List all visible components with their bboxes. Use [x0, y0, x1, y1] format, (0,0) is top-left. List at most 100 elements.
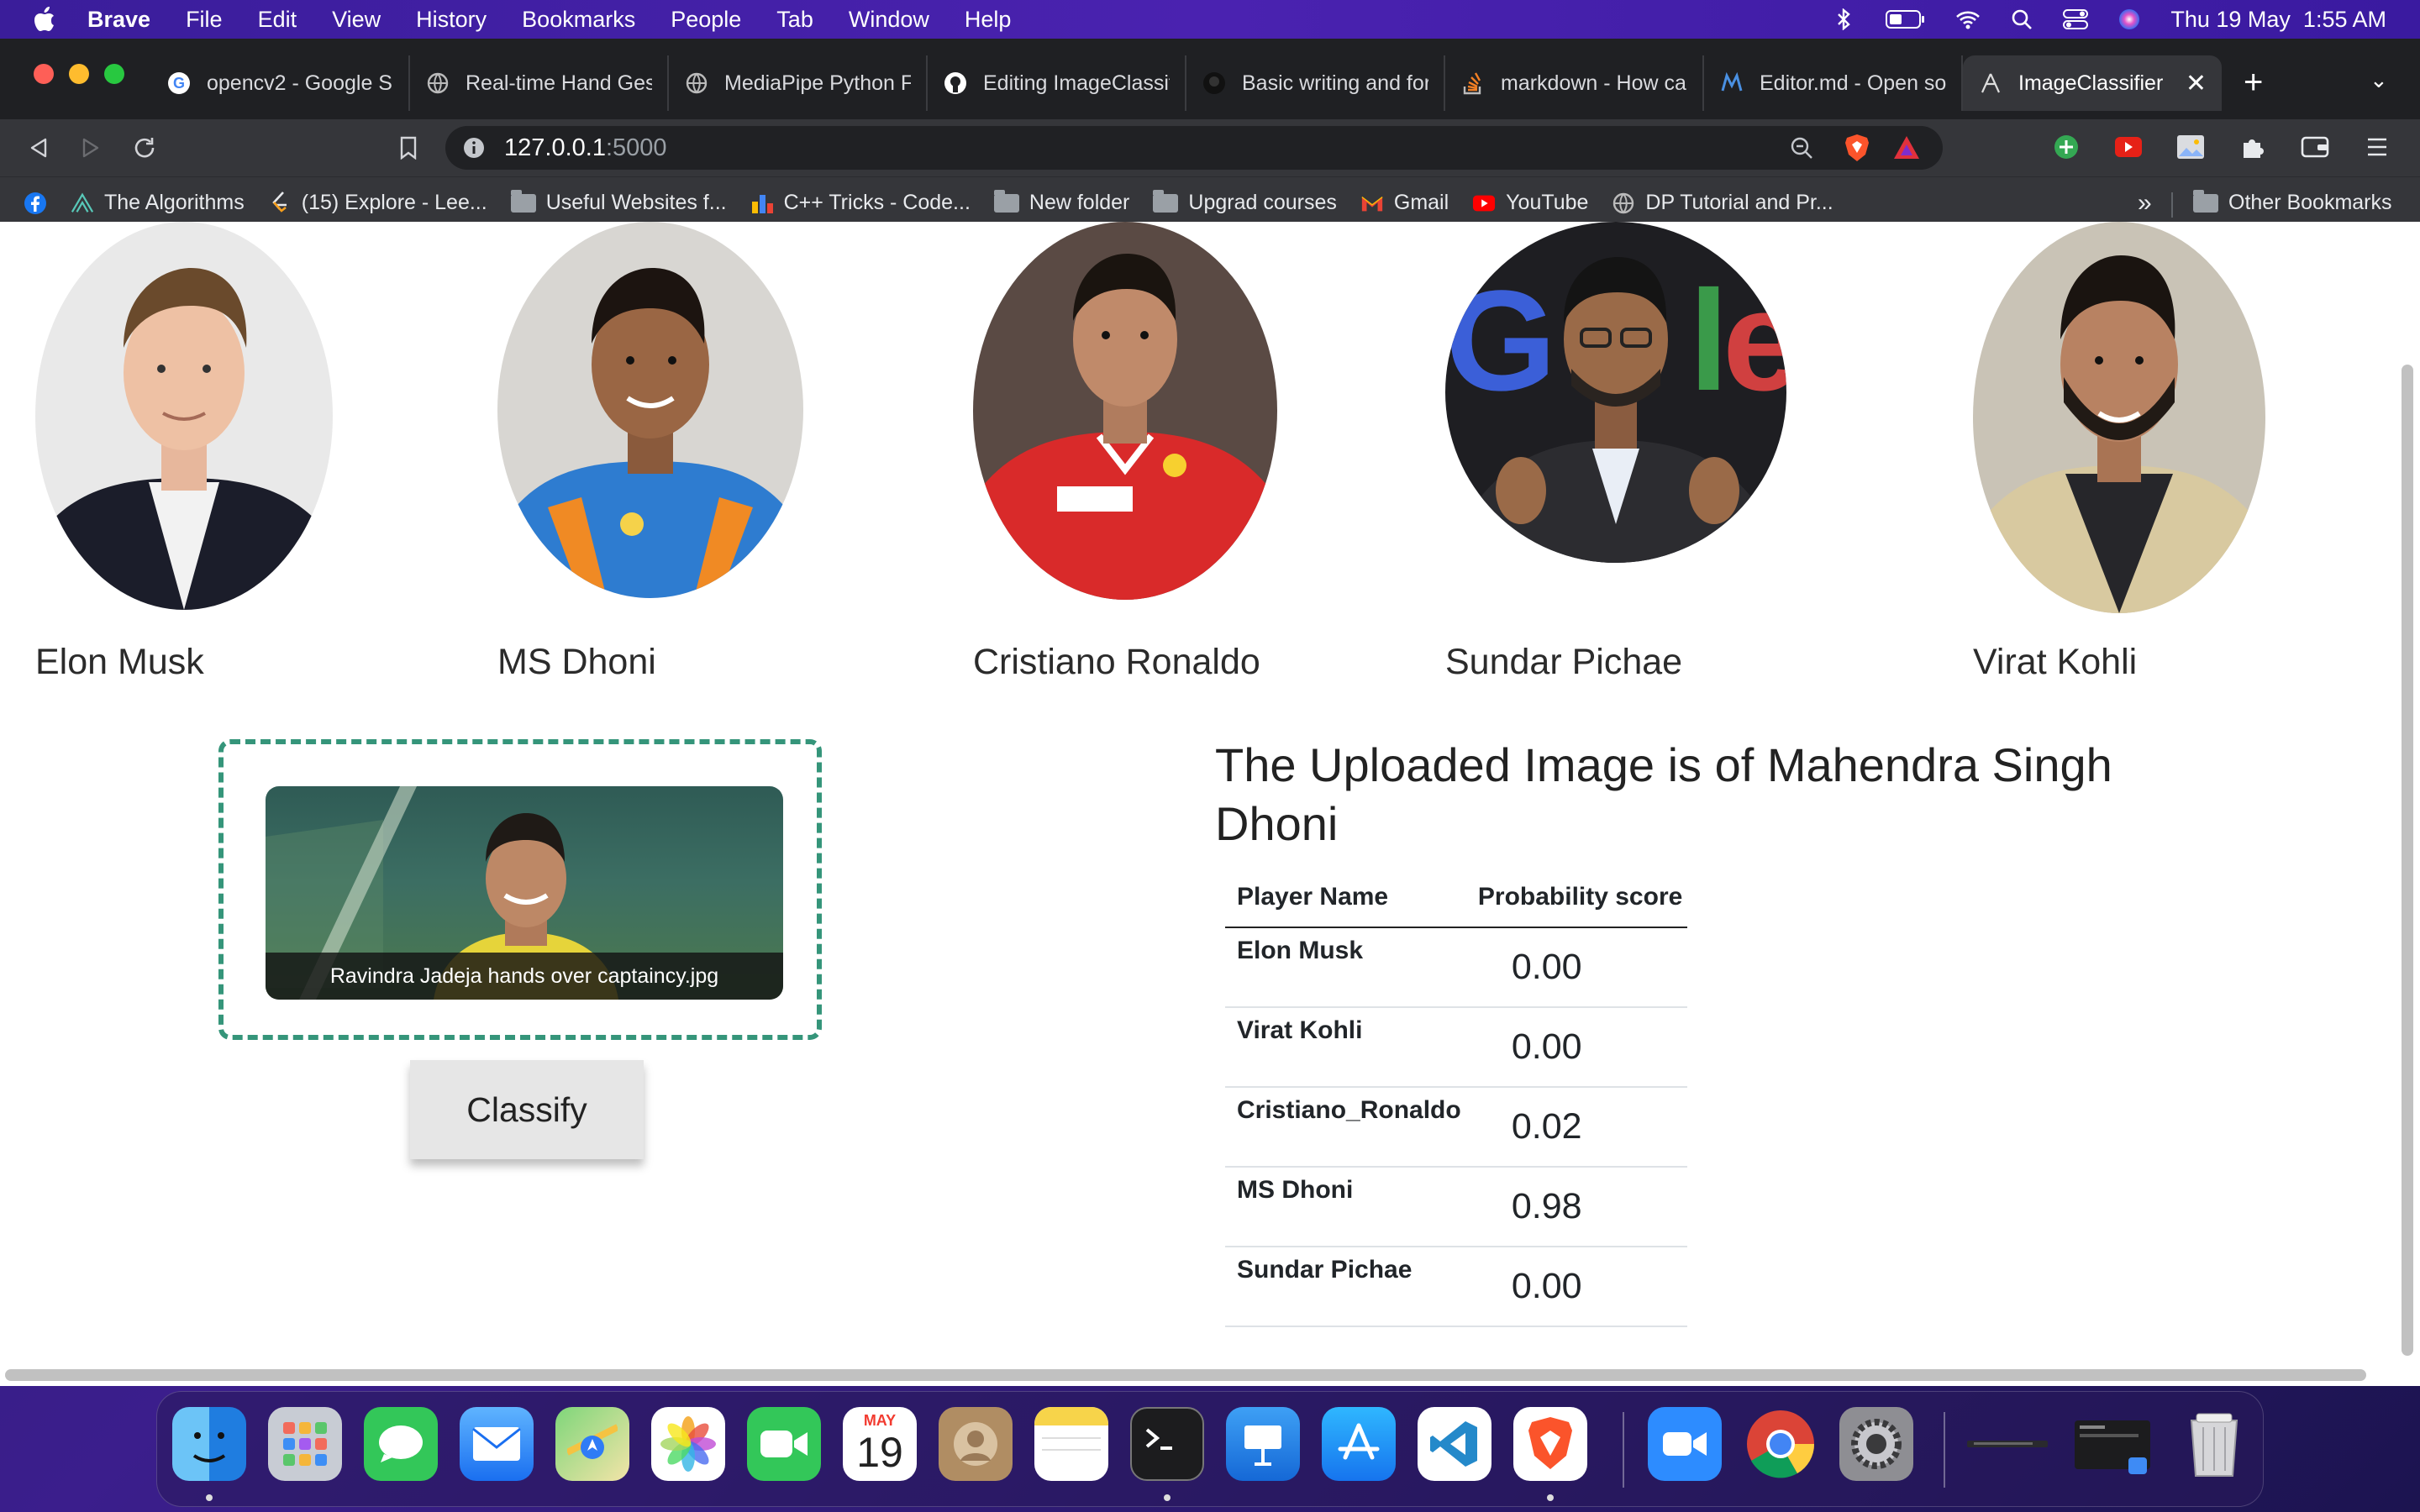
- tab-editing-imageclassifier[interactable]: Editing ImageClassifi: [928, 55, 1186, 111]
- table-row: Elon Musk 0.00: [1225, 927, 1687, 1008]
- image-dropzone[interactable]: Ravindra Jadeja hands over captaincy.jpg: [218, 739, 822, 1040]
- player-name-cell: Virat Kohli: [1225, 1007, 1466, 1088]
- tab-title: ImageClassifier: [2018, 71, 2164, 95]
- probability-cell: 0.00: [1465, 1007, 1687, 1088]
- folder-icon: [1153, 189, 1179, 213]
- google-icon: G: [166, 71, 192, 96]
- forward-button[interactable]: [76, 133, 106, 163]
- zoom-icon[interactable]: [1790, 136, 1813, 166]
- result-heading: The Uploaded Image is of Mahendra Singh …: [1215, 738, 2112, 850]
- menu-people[interactable]: People: [671, 7, 741, 33]
- launchpad-icon[interactable]: [268, 1407, 342, 1481]
- menu-help[interactable]: Help: [965, 7, 1012, 33]
- extensions-puzzle-icon[interactable]: [2235, 129, 2270, 165]
- battery-icon[interactable]: [1885, 8, 1927, 30]
- bookmark-gmail[interactable]: Gmail: [1360, 191, 1449, 215]
- menu-file[interactable]: File: [186, 7, 223, 33]
- bookmarks-overflow-button[interactable]: »: [2138, 189, 2152, 218]
- bluetooth-icon[interactable]: [1831, 8, 1856, 30]
- brave-rewards-icon[interactable]: [1892, 134, 1921, 168]
- tab-opencv2-google[interactable]: G opencv2 - Google Se: [151, 55, 410, 111]
- tab-imageclassifier[interactable]: ImageClassifier ✕: [1963, 55, 2222, 111]
- spotlight-search-icon[interactable]: [2009, 8, 2034, 30]
- messages-icon[interactable]: [364, 1407, 438, 1481]
- menu-window[interactable]: Window: [849, 7, 929, 33]
- settings-icon[interactable]: [1839, 1407, 1913, 1481]
- contacts-icon[interactable]: [939, 1407, 1013, 1481]
- extension-plus-icon[interactable]: [2049, 129, 2084, 165]
- celebrity-photo: [1973, 222, 2265, 613]
- menu-edit[interactable]: Edit: [258, 7, 297, 33]
- mail-icon[interactable]: [460, 1407, 534, 1481]
- brave-icon[interactable]: [1513, 1407, 1587, 1481]
- back-button[interactable]: [24, 133, 54, 163]
- image-extension-icon[interactable]: [2173, 129, 2208, 165]
- trash-icon[interactable]: [2177, 1407, 2251, 1481]
- tab-hand-gesture[interactable]: Real-time Hand Gest: [410, 55, 669, 111]
- apple-icon[interactable]: [34, 6, 57, 33]
- address-bar[interactable]: 127.0.0.1:5000: [445, 126, 1943, 170]
- hamburger-menu-icon[interactable]: [2360, 129, 2395, 165]
- zoom-window-button[interactable]: [104, 64, 124, 84]
- minimized-window-icon[interactable]: [2071, 1407, 2159, 1481]
- close-window-button[interactable]: [34, 64, 54, 84]
- celebrity-name: Cristiano Ronaldo: [973, 642, 1260, 682]
- calendar-icon[interactable]: MAY 19: [843, 1407, 917, 1481]
- bookmark-facebook[interactable]: [24, 192, 47, 215]
- classify-button[interactable]: Classify: [410, 1060, 644, 1159]
- minimized-window-icon[interactable]: [1964, 1407, 2051, 1481]
- menu-bookmarks[interactable]: Bookmarks: [522, 7, 635, 33]
- youtube-extension-icon[interactable]: [2111, 129, 2146, 165]
- tab-editor-md[interactable]: Editor.md - Open so: [1704, 55, 1963, 111]
- reload-button[interactable]: [129, 133, 160, 163]
- siri-icon[interactable]: [2117, 8, 2142, 30]
- bookmark-folder-new-folder[interactable]: New folder: [993, 189, 1129, 215]
- menubar-clock[interactable]: Thu 19 May 1:55 AM: [2170, 7, 2386, 33]
- menu-view[interactable]: View: [332, 7, 381, 33]
- notes-icon[interactable]: [1034, 1407, 1108, 1481]
- wifi-icon[interactable]: [1955, 8, 1981, 30]
- menu-tab[interactable]: Tab: [776, 7, 813, 33]
- window-controls: [34, 64, 124, 84]
- close-tab-icon[interactable]: ✕: [2186, 69, 2207, 98]
- bookmark-folder-upgrad[interactable]: Upgrad courses: [1153, 189, 1337, 215]
- terminal-icon[interactable]: [1130, 1407, 1204, 1481]
- bookmark-the-algorithms[interactable]: The Algorithms: [71, 191, 245, 215]
- bookmark-codeforces[interactable]: C++ Tricks - Code...: [750, 191, 971, 215]
- control-center-icon[interactable]: [2063, 8, 2089, 30]
- horizontal-scrollbar[interactable]: [5, 1369, 2366, 1381]
- bookmark-dp-tutorial[interactable]: DP Tutorial and Pr...: [1612, 191, 1833, 215]
- menu-app-brave[interactable]: Brave: [87, 7, 150, 33]
- site-info-icon[interactable]: [462, 136, 486, 160]
- bookmark-icon[interactable]: [393, 133, 424, 163]
- photos-icon[interactable]: [651, 1407, 725, 1481]
- brave-shields-icon[interactable]: [1844, 133, 1870, 170]
- appstore-icon[interactable]: [1322, 1407, 1396, 1481]
- minimize-window-button[interactable]: [69, 64, 89, 84]
- finder-icon[interactable]: [172, 1407, 246, 1481]
- column-header-player-name: Player Name: [1225, 867, 1466, 928]
- menu-history[interactable]: History: [416, 7, 487, 33]
- vscode-icon[interactable]: [1418, 1407, 1491, 1481]
- wallet-icon[interactable]: [2297, 129, 2333, 165]
- keynote-icon[interactable]: [1226, 1407, 1300, 1481]
- vertical-scrollbar[interactable]: [2402, 365, 2413, 1356]
- tab-mediapipe[interactable]: MediaPipe Python Fr: [669, 55, 928, 111]
- bookmarks-bar: The Algorithms (15) Explore - Lee... Use…: [0, 176, 2420, 228]
- bookmark-leetcode[interactable]: (15) Explore - Lee...: [268, 191, 487, 215]
- maps-icon[interactable]: [555, 1407, 629, 1481]
- bookmark-other-bookmarks[interactable]: Other Bookmarks: [2193, 189, 2392, 215]
- new-tab-button[interactable]: +: [2244, 64, 2263, 102]
- gmail-icon: [1360, 192, 1384, 215]
- bookmark-youtube[interactable]: YouTube: [1472, 191, 1588, 215]
- facetime-icon[interactable]: [747, 1407, 821, 1481]
- stackoverflow-icon: [1460, 71, 1486, 96]
- chrome-icon[interactable]: [1744, 1407, 1818, 1481]
- table-row: Sundar Pichae 0.00: [1225, 1247, 1687, 1327]
- tab-markdown-stackoverflow[interactable]: markdown - How car: [1445, 55, 1704, 111]
- tab-strip: G opencv2 - Google Se Real-time Hand Ges…: [0, 39, 2420, 119]
- bookmark-folder-useful-websites[interactable]: Useful Websites f...: [510, 189, 727, 215]
- tab-basic-writing[interactable]: Basic writing and for: [1186, 55, 1445, 111]
- zoom-icon[interactable]: [1648, 1407, 1722, 1481]
- chevron-down-icon[interactable]: ⌄: [2370, 67, 2388, 93]
